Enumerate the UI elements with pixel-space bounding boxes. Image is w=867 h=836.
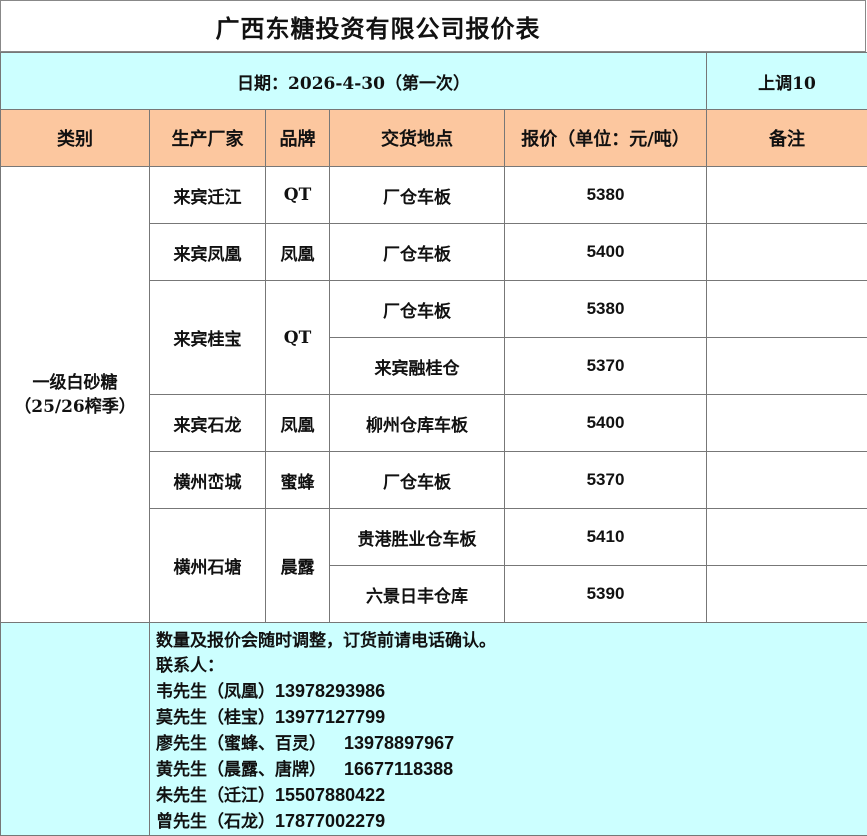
manufacturer-cell: 来宾石龙 [150, 395, 266, 452]
contact-name: 韦先生（凤凰） [156, 682, 275, 702]
price-cell: 5380 [505, 281, 707, 338]
price-sheet: 广西东糖投资有限公司报价表 日期：2026-4-30（第一次） 上调10 类别 … [0, 0, 867, 834]
brand-cell: 凤凰 [266, 224, 330, 281]
header-row: 类别 生产厂家 品牌 交货地点 报价（单位：元/吨） 备注 [1, 110, 867, 167]
price-cell: 5370 [505, 338, 707, 395]
header-remarks: 备注 [707, 110, 867, 167]
header-brand: 品牌 [266, 110, 330, 167]
contact-line: 曾先生（石龙）17877002279 [156, 809, 867, 835]
contact-label: 联系人： [156, 654, 867, 679]
delivery-cell: 柳州仓库车板 [330, 395, 505, 452]
category-name: 一级白砂糖 [1, 371, 149, 395]
contact-phone: 13978293986 [275, 681, 385, 701]
price-cell: 5390 [505, 566, 707, 623]
brand-cell: 晨露 [266, 509, 330, 623]
contact-name: 朱先生（迁江） [156, 786, 275, 806]
contact-line: 廖先生（蜜蜂、百灵）13978897967 [156, 731, 867, 757]
adjustment-cell: 上调10 [707, 53, 867, 110]
notice-text: 数量及报价会随时调整，订货前请电话确认。 [156, 629, 867, 654]
footer-row: 数量及报价会随时调整，订货前请电话确认。 联系人： 韦先生（凤凰）1397829… [1, 623, 867, 836]
contact-name: 廖先生（蜜蜂、百灵） [156, 734, 326, 754]
contact-line: 韦先生（凤凰）13978293986 [156, 679, 867, 705]
remark-cell [707, 566, 867, 623]
table-row: 一级白砂糖 （25/26榨季） 来宾迁江 QT 厂仓车板 5380 [1, 167, 867, 224]
manufacturer-cell: 横州石塘 [150, 509, 266, 623]
header-price: 报价（单位：元/吨） [505, 110, 707, 167]
delivery-cell: 厂仓车板 [330, 281, 505, 338]
contact-line: 黄先生（晨露、唐牌）16677118388 [156, 757, 867, 783]
remark-cell [707, 338, 867, 395]
contact-phone: 17877002279 [275, 811, 385, 831]
price-cell: 5380 [505, 167, 707, 224]
remark-cell [707, 452, 867, 509]
date-cell: 日期：2026-4-30（第一次） [1, 53, 707, 110]
remark-cell [707, 395, 867, 452]
contact-line: 朱先生（迁江）15507880422 [156, 783, 867, 809]
footer-blank-cell [1, 623, 150, 836]
delivery-cell: 厂仓车板 [330, 224, 505, 281]
contact-phone: 16677118388 [326, 759, 453, 779]
price-cell: 5400 [505, 224, 707, 281]
contact-name: 曾先生（石龙） [156, 812, 275, 832]
brand-cell: QT [266, 167, 330, 224]
delivery-cell: 贵港胜业仓车板 [330, 509, 505, 566]
delivery-cell: 厂仓车板 [330, 167, 505, 224]
manufacturer-cell: 横州峦城 [150, 452, 266, 509]
remark-cell [707, 509, 867, 566]
footer-notes: 数量及报价会随时调整，订货前请电话确认。 联系人： 韦先生（凤凰）1397829… [150, 623, 867, 836]
brand-cell: QT [266, 281, 330, 395]
contact-phone: 13977127799 [275, 707, 385, 727]
category-season: （25/26榨季） [1, 395, 149, 419]
manufacturer-cell: 来宾迁江 [150, 167, 266, 224]
header-manufacturer: 生产厂家 [150, 110, 266, 167]
date-row: 日期：2026-4-30（第一次） 上调10 [1, 53, 867, 110]
price-cell: 5400 [505, 395, 707, 452]
contact-name: 黄先生（晨露、唐牌） [156, 760, 326, 780]
delivery-cell: 厂仓车板 [330, 452, 505, 509]
brand-cell: 蜜蜂 [266, 452, 330, 509]
title-bar: 广西东糖投资有限公司报价表 [0, 0, 866, 52]
remark-cell [707, 224, 867, 281]
contact-name: 莫先生（桂宝） [156, 708, 275, 728]
delivery-cell: 六景日丰仓库 [330, 566, 505, 623]
category-cell: 一级白砂糖 （25/26榨季） [1, 167, 150, 623]
delivery-cell: 来宾融桂仓 [330, 338, 505, 395]
header-category: 类别 [1, 110, 150, 167]
contact-line: 莫先生（桂宝）13977127799 [156, 705, 867, 731]
manufacturer-cell: 来宾凤凰 [150, 224, 266, 281]
remark-cell [707, 281, 867, 338]
price-cell: 5410 [505, 509, 707, 566]
contact-phone: 13978897967 [326, 733, 454, 753]
brand-cell: 凤凰 [266, 395, 330, 452]
price-table: 日期：2026-4-30（第一次） 上调10 类别 生产厂家 品牌 交货地点 报… [0, 52, 867, 836]
sheet-title: 广西东糖投资有限公司报价表 [216, 9, 651, 44]
remark-cell [707, 167, 867, 224]
manufacturer-cell: 来宾桂宝 [150, 281, 266, 395]
contact-phone: 15507880422 [275, 785, 385, 805]
header-delivery: 交货地点 [330, 110, 505, 167]
price-cell: 5370 [505, 452, 707, 509]
